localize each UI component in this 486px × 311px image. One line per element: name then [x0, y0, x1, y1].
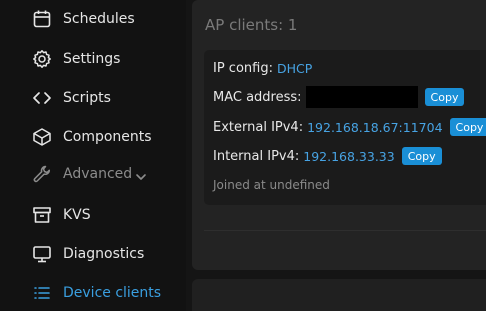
code-icon [31, 87, 53, 109]
sidebar-item-components[interactable]: Components [0, 119, 186, 155]
sidebar-item-settings[interactable]: Settings [0, 41, 186, 77]
mac-address-label: MAC address: [213, 89, 302, 105]
page-title: AP clients: 1 [205, 16, 298, 34]
list-icon [31, 282, 53, 304]
client-card: IP config: DHCP MAC address: Copy Extern… [204, 50, 486, 205]
app-window: Schedules Settings Scripts Components Ad… [0, 0, 486, 311]
ap-clients-panel: AP clients: 1 IP config: DHCP MAC addres… [192, 0, 486, 270]
gear-icon [31, 48, 53, 70]
main-content: AP clients: 1 IP config: DHCP MAC addres… [186, 0, 486, 311]
mac-address-redacted [305, 86, 418, 108]
sidebar-item-scripts[interactable]: Scripts [0, 80, 186, 116]
copy-internal-ipv4-button[interactable]: Copy [401, 147, 442, 165]
internal-ipv4-row: Internal IPv4: 192.168.33.33 Copy [213, 146, 442, 166]
external-ipv4-row: External IPv4: 192.168.18.67:11704 Copy [213, 117, 486, 137]
sidebar-item-label: KVS [63, 207, 91, 223]
sidebar-item-label: Settings [63, 51, 121, 67]
secondary-panel [192, 279, 486, 311]
sidebar-item-diagnostics[interactable]: Diagnostics [0, 236, 186, 272]
joined-at-text: Joined at undefined [213, 178, 330, 192]
wrench-icon [31, 163, 53, 185]
external-ipv4-value: 192.168.18.67:11704 [307, 119, 443, 135]
cube-icon [31, 126, 53, 148]
sidebar-item-label: Components [63, 129, 152, 145]
sidebar-item-label: Schedules [63, 11, 135, 27]
sidebar-item-label: Diagnostics [63, 246, 145, 262]
ip-config-label: IP config: [213, 60, 273, 76]
internal-ipv4-label: Internal IPv4: [213, 148, 300, 164]
monitor-icon [31, 243, 53, 265]
sidebar-item-schedules[interactable]: Schedules [0, 1, 186, 37]
ip-config-value: DHCP [276, 60, 313, 76]
sidebar-item-kvs[interactable]: KVS [0, 197, 186, 233]
ip-config-row: IP config: DHCP [213, 58, 312, 78]
sidebar-item-label: Device clients [63, 285, 162, 301]
mac-address-row: MAC address: Copy [213, 86, 465, 108]
calendar-icon [31, 8, 53, 30]
sidebar-item-device-clients[interactable]: Device clients [0, 275, 186, 311]
sidebar-item-label: Advanced [63, 166, 133, 182]
sidebar-item-label: Scripts [63, 90, 111, 106]
copy-mac-button[interactable]: Copy [424, 88, 465, 106]
divider [204, 230, 486, 231]
archive-box-icon [31, 204, 53, 226]
internal-ipv4-value: 192.168.33.33 [303, 148, 395, 164]
sidebar-item-advanced[interactable]: Advanced [0, 156, 186, 192]
sidebar: Schedules Settings Scripts Components Ad… [0, 0, 186, 311]
copy-external-ipv4-button[interactable]: Copy [449, 118, 486, 136]
chevron-down-icon[interactable] [135, 168, 147, 180]
external-ipv4-label: External IPv4: [213, 119, 304, 135]
